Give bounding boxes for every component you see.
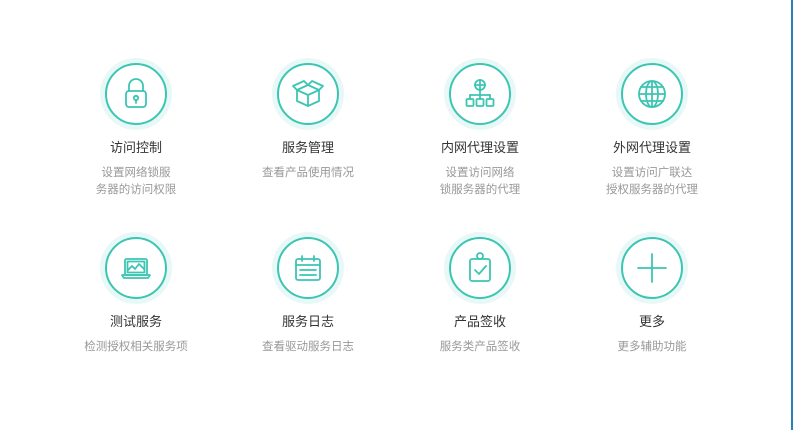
plus-icon: [637, 253, 667, 283]
tile-title: 产品签收: [453, 315, 506, 330]
tile-title: 服务管理: [281, 141, 334, 156]
icon-ring: [100, 232, 172, 304]
tile-description: 检测授权相关服务项: [84, 339, 188, 353]
icon-circle: [621, 63, 683, 125]
tile-service-management[interactable]: 服务管理 查看产品使用情况: [222, 58, 394, 232]
tile-description: 服务类产品签收: [439, 339, 521, 353]
icon-ring: [100, 58, 172, 130]
tile-test-service[interactable]: 测试服务 检测授权相关服务项: [50, 232, 222, 382]
tile-description: 查看驱动服务日志: [262, 339, 354, 353]
box-icon: [292, 80, 324, 107]
tile-description: 查看产品使用情况: [262, 165, 354, 179]
tile-access-control[interactable]: 访问控制 设置网络锁服 务器的访问权限: [50, 58, 222, 232]
tile-title: 测试服务: [109, 315, 162, 330]
globe-icon: [638, 80, 666, 108]
tile-description: 设置访问广联达 授权服务器的代理: [606, 165, 698, 196]
tile-description: 设置网络锁服 务器的访问权限: [95, 165, 177, 196]
tile-intranet-proxy[interactable]: 内网代理设置 设置访问网络 锁服务器的代理: [394, 58, 566, 232]
lock-icon: [125, 78, 147, 108]
tile-title: 内网代理设置: [440, 141, 519, 156]
icon-ring: [616, 232, 688, 304]
tile-title: 访问控制: [109, 141, 162, 156]
icon-circle: [449, 63, 511, 125]
tile-product-signoff[interactable]: 产品签收 服务类产品签收: [394, 232, 566, 382]
tile-extranet-proxy[interactable]: 外网代理设置 设置访问广联达 授权服务器的代理: [566, 58, 738, 232]
tile-title: 更多: [638, 315, 665, 330]
calendar-icon: [295, 255, 321, 281]
network-icon: [465, 79, 495, 107]
tile-title: 服务日志: [281, 315, 334, 330]
icon-circle: [449, 237, 511, 299]
laptop-icon: [121, 258, 151, 279]
icon-ring: [272, 58, 344, 130]
tile-description: 设置访问网络 锁服务器的代理: [439, 165, 521, 196]
icon-ring: [272, 232, 344, 304]
icon-circle: [277, 237, 339, 299]
tile-more[interactable]: 更多 更多辅助功能: [566, 232, 738, 382]
clipboard-check-icon: [469, 252, 491, 282]
icon-ring: [616, 58, 688, 130]
icon-circle: [105, 63, 167, 125]
icon-ring: [444, 232, 516, 304]
tile-description: 更多辅助功能: [617, 339, 687, 353]
icon-circle: [621, 237, 683, 299]
icon-ring: [444, 58, 516, 130]
tile-title: 外网代理设置: [612, 141, 691, 156]
icon-circle: [277, 63, 339, 125]
tile-service-log[interactable]: 服务日志 查看驱动服务日志: [222, 232, 394, 382]
icon-circle: [105, 237, 167, 299]
feature-grid: 访问控制 设置网络锁服 务器的访问权限 服务管理 查看产品使用情况 内网代理设置…: [50, 58, 738, 382]
page: 访问控制 设置网络锁服 务器的访问权限 服务管理 查看产品使用情况 内网代理设置…: [0, 0, 793, 430]
